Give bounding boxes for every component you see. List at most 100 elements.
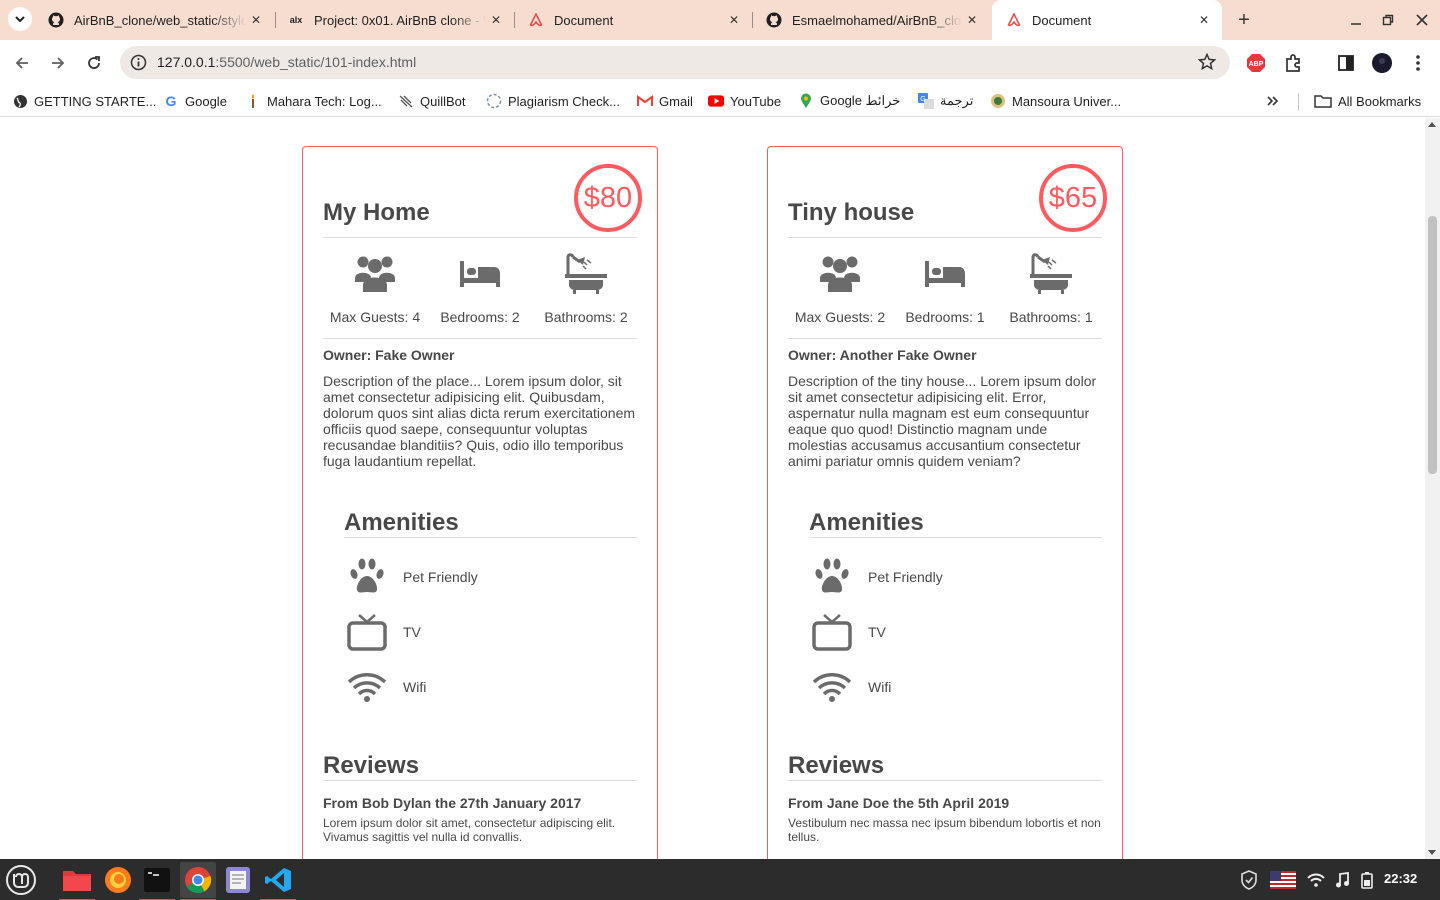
chevron-double-right-icon [1267, 96, 1279, 106]
tab-esmaelmohamed-airbnb[interactable]: Esmaelmohamed/AirBnB_clone ✕ [752, 0, 990, 40]
page-scrollbar[interactable] [1425, 118, 1440, 859]
bookmark-translate[interactable]: G ترجمة [918, 91, 973, 111]
bathrooms-label: Bathrooms: 1 [1009, 309, 1093, 325]
university-icon [990, 93, 1006, 109]
amenity-label: Pet Friendly [403, 569, 478, 585]
bookmark-star-icon[interactable] [1198, 53, 1216, 71]
side-panel-icon[interactable] [1335, 52, 1357, 74]
bookmark-mansoura-university[interactable]: Mansoura Univer... [990, 91, 1121, 111]
bedrooms: Bedrooms: 2 [428, 239, 532, 325]
tv-icon [812, 610, 852, 654]
scroll-up-arrow[interactable] [1428, 122, 1436, 127]
max-guests: Max Guests: 2 [788, 239, 892, 325]
all-bookmarks-button[interactable]: All Bookmarks [1314, 91, 1421, 111]
youtube-icon [708, 93, 724, 109]
us-flag-icon[interactable] [1268, 869, 1298, 891]
terminal-icon [144, 868, 170, 892]
bookmark-google-maps[interactable]: Google خرائط [798, 91, 900, 111]
close-icon[interactable]: ✕ [486, 10, 506, 30]
scroll-down-arrow[interactable] [1428, 850, 1436, 855]
bookmark-label: GETTING STARTE... [34, 93, 157, 109]
close-icon[interactable]: ✕ [962, 10, 982, 30]
github-icon [48, 12, 64, 28]
firefox-app[interactable] [100, 862, 136, 898]
new-tab-button[interactable]: + [1232, 8, 1256, 32]
chrome-app[interactable] [180, 862, 216, 900]
close-window-button[interactable] [1410, 8, 1434, 32]
bed-icon [893, 239, 997, 309]
bookmark-plagiarism-checker[interactable]: Plagiarism Check... [486, 91, 620, 111]
url-text[interactable]: 127.0.0.1:5500/web_static/101-index.html [157, 54, 416, 70]
bookmark-quillbot[interactable]: QuillBot [398, 91, 466, 111]
globe-icon [12, 93, 28, 109]
browser-toolbar: 127.0.0.1:5500/web_static/101-index.html… [0, 40, 1440, 85]
adblock-plus-icon[interactable]: ABP [1245, 52, 1267, 74]
site-info-icon[interactable] [130, 54, 147, 71]
review-text: Lorem ipsum dolor sit amet, consectetur … [323, 816, 616, 844]
tab-title: AirBnB_clone/web_static/styles [74, 12, 246, 28]
folder-icon [1314, 93, 1332, 109]
bookmark-label: Google خرائط [820, 93, 901, 108]
text-editor-icon [226, 867, 250, 893]
wifi-icon [812, 665, 852, 709]
vscode-app[interactable] [260, 862, 296, 900]
tab-title: Esmaelmohamed/AirBnB_clone [792, 12, 962, 28]
tab-alx-project[interactable]: alx Project: 0x01. AirBnB clone - Web st… [274, 0, 514, 40]
bookmark-label: YouTube [730, 93, 782, 109]
restore-button[interactable] [1376, 8, 1400, 32]
battery-icon[interactable] [1357, 869, 1377, 891]
music-note-icon[interactable] [1332, 869, 1352, 891]
bookmark-getting-started[interactable]: GETTING STARTE... [12, 91, 156, 111]
text-editor-app[interactable] [220, 862, 256, 898]
bookmark-gmail[interactable]: Gmail [637, 91, 693, 111]
restore-icon [1382, 14, 1394, 26]
amenity-label: Wifi [403, 679, 427, 695]
clock[interactable]: 22:32 [1384, 871, 1417, 886]
menu-kebab-icon[interactable] [1407, 52, 1429, 74]
close-icon[interactable]: ✕ [724, 10, 744, 30]
reload-button[interactable] [81, 50, 107, 76]
extensions-icon[interactable] [1282, 52, 1304, 74]
more-bookmarks-button[interactable] [1266, 91, 1280, 111]
terminal-app[interactable] [139, 862, 175, 900]
reviews-title: Reviews [788, 752, 1102, 781]
minimize-button[interactable] [1344, 8, 1368, 32]
chrome-icon [185, 867, 212, 894]
paw-icon [347, 555, 387, 599]
tab-search-button[interactable] [8, 7, 32, 31]
bathrooms-label: Bathrooms: 2 [544, 309, 628, 325]
place-description: Description of the place... Lorem ipsum … [323, 373, 636, 469]
close-icon[interactable]: ✕ [1194, 10, 1214, 30]
tab-title: Document [1032, 12, 1092, 28]
bookmark-google[interactable]: G Google [163, 91, 227, 111]
reviews-title: Reviews [323, 752, 637, 781]
place-title: My Home [323, 199, 430, 226]
back-button[interactable] [9, 50, 35, 76]
wifi-icon[interactable] [1305, 869, 1327, 891]
bathtub-icon [999, 239, 1103, 309]
airbnb-icon [1006, 12, 1022, 28]
shield-icon[interactable] [1238, 869, 1260, 891]
profile-avatar[interactable] [1371, 52, 1393, 74]
google-icon: G [165, 93, 177, 109]
forward-button[interactable] [45, 50, 71, 76]
address-bar[interactable]: 127.0.0.1:5500/web_static/101-index.html [120, 46, 1230, 79]
scrollbar-thumb[interactable] [1428, 216, 1437, 474]
bookmarks-bar: GETTING STARTE... G Google Mahara Tech: … [0, 85, 1440, 117]
mint-menu-button[interactable] [3, 862, 39, 898]
bedrooms-label: Bedrooms: 2 [440, 309, 520, 325]
tab-airbnb-clone-styles[interactable]: AirBnB_clone/web_static/styles ✕ [34, 0, 274, 40]
bookmark-youtube[interactable]: YouTube [708, 91, 781, 111]
close-icon[interactable]: ✕ [246, 10, 266, 30]
bookmark-mahara-tech[interactable]: Mahara Tech: Log... [245, 91, 382, 111]
files-app[interactable] [59, 862, 95, 900]
tab-document-active[interactable]: Document ✕ [992, 0, 1222, 40]
linux-mint-icon [6, 865, 36, 895]
bathrooms: Bathrooms: 2 [534, 239, 638, 325]
svg-text:ABP: ABP [1249, 61, 1264, 68]
minimize-icon [1351, 23, 1361, 25]
bookmark-label: Google [185, 93, 227, 109]
amenities-title: Amenities [344, 509, 637, 538]
arrow-left-icon [15, 57, 28, 69]
tab-document[interactable]: Document ✕ [514, 0, 752, 40]
